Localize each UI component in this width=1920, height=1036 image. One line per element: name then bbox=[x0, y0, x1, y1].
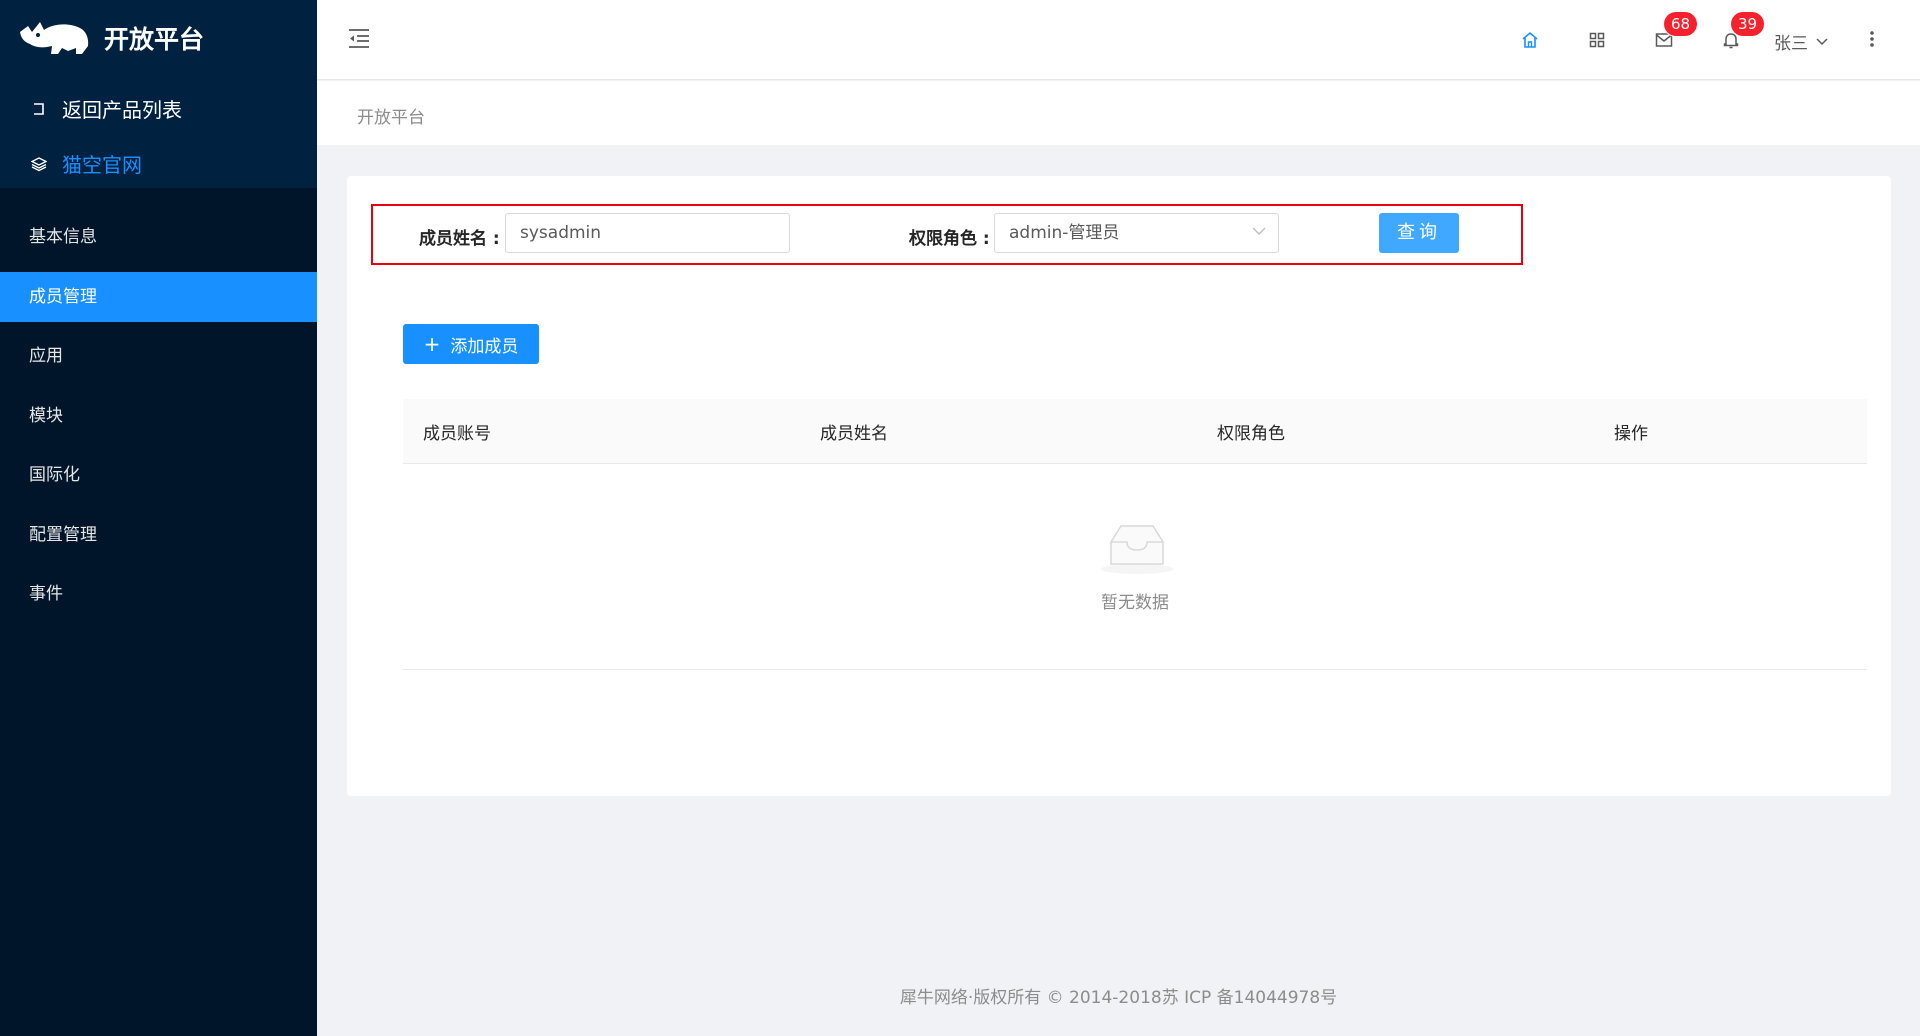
user-menu[interactable]: 张三 bbox=[1774, 29, 1828, 54]
breadcrumb: 开放平台 bbox=[357, 108, 425, 128]
add-member-button[interactable]: + 添加成员 bbox=[403, 324, 539, 364]
chevron-down-icon bbox=[1252, 227, 1266, 235]
apps-grid-icon[interactable] bbox=[1587, 30, 1607, 50]
column-header-name: 成员姓名 bbox=[820, 423, 888, 444]
sidebar-item-i18n[interactable]: 国际化 bbox=[0, 450, 317, 500]
sidebar-menu: 基本信息 成员管理 应用 模块 国际化 配置管理 事件 bbox=[0, 212, 317, 629]
official-site-link[interactable]: 猫空官网 bbox=[30, 149, 142, 178]
content-card: 成员姓名 : sysadmin 权限角色 : admin-管理员 查询 + 添加… bbox=[347, 176, 1891, 796]
sidebar: 开放平台 返回产品列表 猫空官网 基本信息 成员管理 应用 模块 国际化 配置管… bbox=[0, 0, 317, 1036]
role-selected-value: admin-管理员 bbox=[1009, 223, 1120, 243]
empty-state-text: 暂无数据 bbox=[1101, 593, 1169, 613]
back-link-label: 返回产品列表 bbox=[62, 98, 182, 122]
menu-fold-icon[interactable] bbox=[347, 26, 371, 50]
sidebar-item-applications[interactable]: 应用 bbox=[0, 331, 317, 381]
mail-count-badge: 68 bbox=[1664, 12, 1698, 36]
back-to-products-link[interactable]: 返回产品列表 bbox=[30, 94, 182, 123]
column-header-account: 成员账号 bbox=[423, 423, 491, 444]
user-name: 张三 bbox=[1774, 34, 1808, 54]
member-name-label: 成员姓名 : bbox=[419, 229, 500, 249]
column-header-actions: 操作 bbox=[1614, 423, 1648, 444]
plus-icon: + bbox=[423, 332, 441, 356]
home-icon[interactable] bbox=[1520, 30, 1540, 50]
members-table: 成员账号 成员姓名 权限角色 操作 暂无数据 bbox=[403, 399, 1867, 670]
sidebar-item-config-management[interactable]: 配置管理 bbox=[0, 510, 317, 560]
role-select[interactable]: admin-管理员 bbox=[994, 213, 1279, 253]
logo[interactable]: 开放平台 bbox=[18, 18, 204, 58]
breadcrumb-bar: 开放平台 bbox=[317, 81, 1920, 145]
footer-copyright: 犀牛网络·版权所有 © 2014-2018苏 ICP 备14044978号 bbox=[899, 988, 1338, 1008]
search-filter-form: 成员姓名 : sysadmin 权限角色 : admin-管理员 查询 bbox=[371, 204, 1523, 265]
sidebar-item-events[interactable]: 事件 bbox=[0, 569, 317, 619]
add-member-label: 添加成员 bbox=[450, 336, 519, 357]
sidebar-item-basic-info[interactable]: 基本信息 bbox=[0, 212, 317, 262]
more-vertical-icon[interactable] bbox=[1869, 28, 1875, 50]
top-header: 68 39 张三 bbox=[317, 0, 1920, 80]
empty-inbox-icon bbox=[1101, 525, 1173, 574]
logo-text: 开放平台 bbox=[104, 25, 205, 54]
chevron-down-icon bbox=[1816, 37, 1828, 45]
sidebar-item-modules[interactable]: 模块 bbox=[0, 391, 317, 441]
mail-button[interactable]: 68 bbox=[1654, 12, 1698, 50]
notification-button[interactable]: 39 bbox=[1721, 12, 1765, 50]
layers-icon bbox=[30, 155, 48, 173]
column-header-role: 权限角色 bbox=[1217, 423, 1285, 444]
sidebar-item-member-management[interactable]: 成员管理 bbox=[0, 271, 317, 322]
empty-state: 暂无数据 bbox=[403, 464, 1867, 670]
role-label: 权限角色 : bbox=[909, 229, 990, 249]
notification-count-badge: 39 bbox=[1731, 12, 1765, 36]
table-header: 成员账号 成员姓名 权限角色 操作 bbox=[403, 399, 1867, 464]
site-link-label: 猫空官网 bbox=[62, 153, 142, 177]
member-name-input[interactable]: sysadmin bbox=[505, 213, 790, 253]
return-icon bbox=[30, 100, 48, 118]
rhino-logo-icon bbox=[20, 22, 89, 54]
query-button[interactable]: 查询 bbox=[1379, 213, 1459, 253]
